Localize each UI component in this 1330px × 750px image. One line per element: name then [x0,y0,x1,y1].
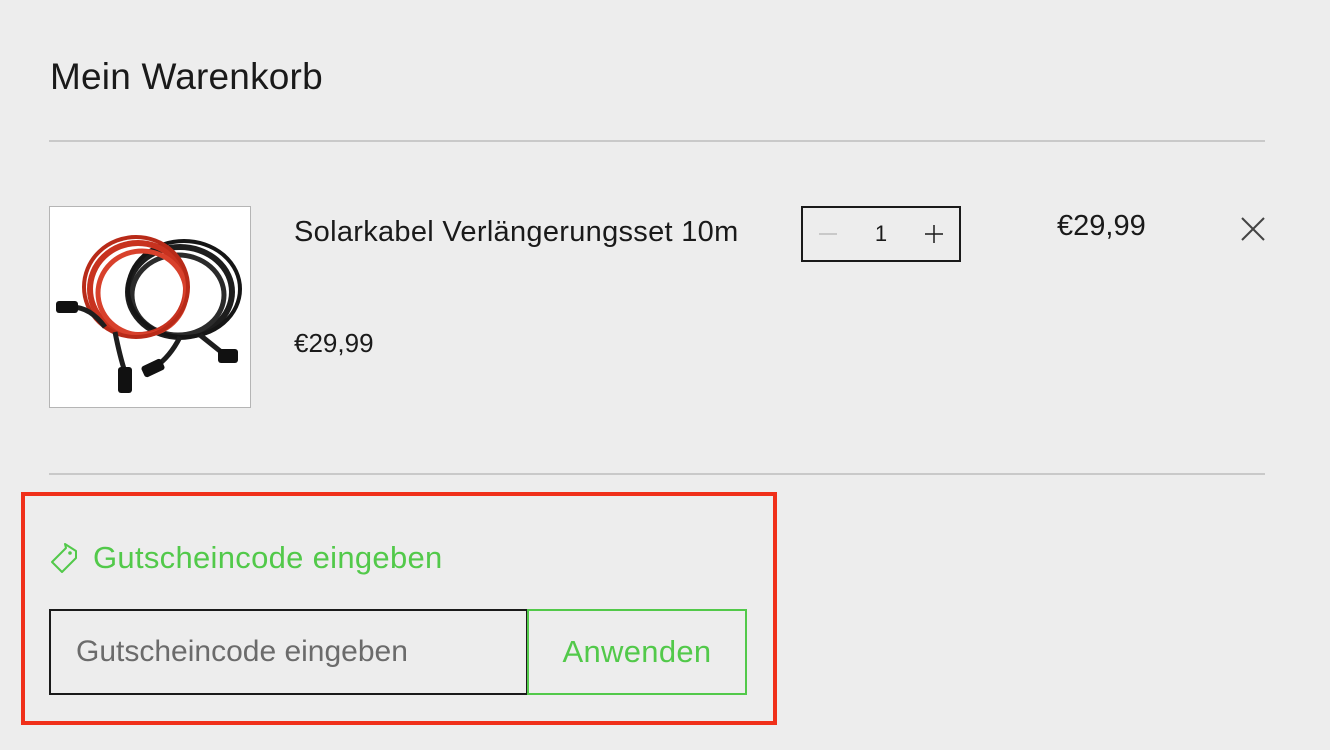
divider-top [49,140,1265,142]
cart-page: Mein Warenkorb Solarkabel Verlängerungss… [0,0,1330,750]
remove-item-button[interactable] [1238,214,1268,244]
quantity-stepper: 1 [801,206,961,262]
line-total-price: €29,99 [1057,210,1146,242]
coupon-toggle-label: Gutscheincode eingeben [93,540,443,575]
close-icon [1241,217,1265,241]
tag-icon [51,543,77,573]
product-image[interactable] [49,206,251,408]
apply-coupon-button[interactable]: Anwenden [527,609,747,695]
decrease-quantity-button[interactable] [813,219,843,249]
coupon-code-input[interactable] [49,609,528,695]
quantity-value[interactable]: 1 [861,221,901,247]
solar-cable-photo-icon [56,235,242,393]
increase-quantity-button[interactable] [919,219,949,249]
divider-bottom [49,473,1265,475]
product-name[interactable]: Solarkabel Verlängerungsset 10m [294,208,754,256]
page-title: Mein Warenkorb [50,56,323,97]
minus-icon [819,233,837,235]
plus-icon [925,225,943,243]
coupon-toggle-link[interactable]: Gutscheincode eingeben [49,540,443,576]
product-unit-price: €29,99 [294,328,374,358]
